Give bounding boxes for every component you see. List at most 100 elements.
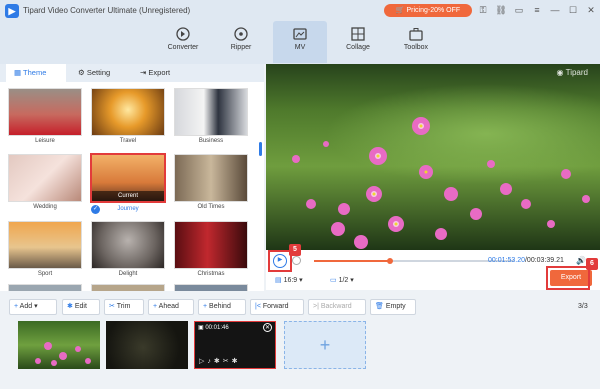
nav-toolbox[interactable]: Toolbox bbox=[389, 21, 443, 63]
app-logo-icon: ▶ bbox=[5, 4, 19, 18]
annotation-box-export bbox=[546, 266, 590, 290]
plus-icon: + bbox=[319, 335, 331, 355]
nav-converter-label: Converter bbox=[167, 44, 199, 51]
ratio-select[interactable]: ▤ 16:9 ▾ bbox=[275, 276, 303, 284]
theme-label-delight: Delight bbox=[118, 271, 138, 277]
clip-count: 3/3 bbox=[578, 303, 588, 310]
clip-duration: ▣ 00:01:46 bbox=[198, 324, 229, 331]
pricing-button[interactable]: 🛒 Pricing-20% OFF bbox=[384, 4, 472, 17]
add-button[interactable]: + Add ▾ bbox=[9, 299, 57, 315]
stop-button[interactable] bbox=[292, 256, 301, 265]
link-icon[interactable]: ⛓ bbox=[494, 4, 508, 17]
maximize-icon[interactable]: ☐ bbox=[566, 4, 580, 17]
edit-button[interactable]: ✱ Edit bbox=[62, 299, 100, 315]
add-clip-button[interactable]: + bbox=[284, 321, 366, 369]
ratio-label: 16:9 bbox=[283, 277, 298, 284]
clip-actions: ▷♪✱✂✱ bbox=[199, 357, 241, 365]
tab-setting[interactable]: ⚙ Setting bbox=[74, 64, 126, 82]
ripper-icon bbox=[234, 27, 248, 41]
nav-ripper[interactable]: Ripper bbox=[214, 21, 268, 63]
theme-thumb-christmas[interactable] bbox=[174, 221, 248, 269]
forward-label: Forward bbox=[262, 303, 289, 310]
tab-export-label: Export bbox=[148, 68, 171, 77]
theme-thumb-journey[interactable]: Current bbox=[90, 153, 166, 203]
trim-icon[interactable]: ✂ bbox=[223, 358, 232, 365]
behind-icon: + bbox=[203, 303, 208, 310]
empty-button[interactable]: 🗑 Empty bbox=[370, 299, 416, 315]
nav-toolbox-label: Toolbox bbox=[403, 44, 429, 51]
nav-collage[interactable]: Collage bbox=[331, 21, 385, 63]
theme-label-leisure: Leisure bbox=[35, 138, 55, 144]
title-bar: ▶ Tipard Video Converter Ultimate (Unreg… bbox=[0, 0, 600, 64]
theme-grid: Leisure Travel Business Wedding Current … bbox=[0, 84, 258, 291]
nav-mv[interactable]: MV bbox=[273, 21, 327, 63]
theme-label-travel: Travel bbox=[119, 138, 137, 144]
theme-label-christmas: Christmas bbox=[197, 271, 225, 277]
trim-button[interactable]: ✂ Trim bbox=[104, 299, 144, 315]
forward-icon: |< bbox=[255, 303, 261, 310]
behind-label: Behind bbox=[209, 303, 231, 310]
theme-thumb-travel[interactable] bbox=[91, 88, 165, 136]
theme-thumb-more-2[interactable] bbox=[91, 284, 165, 291]
annotation-badge-export: 6 bbox=[586, 258, 598, 270]
clip-3[interactable]: ▣ 00:01:46 ✕ ▷♪✱✂✱ bbox=[194, 321, 276, 369]
current-time: 00:01:53.20 bbox=[488, 257, 525, 264]
annotation-badge-play: 5 bbox=[289, 244, 301, 256]
empty-label: Empty bbox=[385, 303, 406, 310]
theme-thumb-more-1[interactable] bbox=[8, 284, 82, 291]
total-time: /00:03:39.21 bbox=[524, 257, 564, 264]
collage-icon bbox=[351, 27, 365, 41]
theme-thumb-business[interactable] bbox=[174, 88, 248, 136]
volume-icon[interactable]: 🔊 bbox=[576, 256, 586, 265]
video-preview: ◉ Tipard bbox=[266, 64, 600, 250]
tab-export[interactable]: ⇥ Export bbox=[136, 64, 192, 82]
tab-theme[interactable]: ▦ Theme bbox=[6, 64, 66, 82]
theme-thumb-more-3[interactable] bbox=[174, 284, 248, 291]
tab-setting-label: Setting bbox=[86, 68, 111, 77]
forward-button[interactable]: |< Forward bbox=[250, 299, 304, 315]
minimize-icon[interactable]: — bbox=[548, 4, 562, 17]
theme-label-business: Business bbox=[198, 138, 224, 144]
theme-thumb-delight[interactable] bbox=[91, 221, 165, 269]
theme-thumb-wedding[interactable] bbox=[8, 154, 82, 202]
nav-converter[interactable]: Converter bbox=[156, 21, 210, 63]
ahead-icon: + bbox=[153, 303, 158, 310]
close-icon[interactable]: ✕ bbox=[584, 4, 598, 17]
edit-icon[interactable]: ✱ bbox=[214, 358, 223, 365]
backward-button[interactable]: >| Backward bbox=[308, 299, 366, 315]
progress-handle[interactable] bbox=[387, 258, 393, 264]
ahead-button[interactable]: + Ahead bbox=[148, 299, 194, 315]
extra-icon[interactable]: ✱ bbox=[232, 358, 241, 365]
theme-thumb-old-times[interactable] bbox=[174, 154, 248, 202]
video-icon: ▣ bbox=[198, 325, 204, 331]
theme-label-sport: Sport bbox=[37, 271, 53, 277]
theme-thumb-sport[interactable] bbox=[8, 221, 82, 269]
theme-thumb-leisure[interactable] bbox=[8, 88, 82, 136]
remove-clip-icon[interactable]: ✕ bbox=[263, 323, 272, 332]
theme-label-wedding: Wedding bbox=[33, 204, 57, 210]
clip-1-image bbox=[35, 342, 91, 366]
behind-button[interactable]: + Behind bbox=[198, 299, 246, 315]
watermark: ◉ Tipard bbox=[557, 68, 588, 77]
progress-track[interactable] bbox=[314, 258, 514, 264]
add-label: Add bbox=[19, 303, 33, 310]
monitor-icon: ▭ bbox=[330, 277, 337, 284]
theme-scrollbar[interactable] bbox=[259, 142, 262, 156]
watermark-label: Tipard bbox=[565, 68, 588, 77]
theme-panel: ▦ Theme ⚙ Setting ⇥ Export Leisure Trave… bbox=[0, 64, 264, 291]
chat-icon[interactable]: ▭ bbox=[512, 4, 526, 17]
mv-icon bbox=[293, 28, 307, 40]
edit-label: Edit bbox=[74, 303, 87, 310]
gear-icon: ⚙ bbox=[78, 68, 85, 77]
chevron-down-icon: ▾ bbox=[299, 277, 303, 284]
backward-icon: >| bbox=[313, 303, 319, 310]
scale-select[interactable]: ▭ 1/2 ▾ bbox=[330, 276, 354, 284]
converter-icon bbox=[176, 27, 190, 41]
nav-mv-label: MV bbox=[294, 44, 306, 51]
backward-label: Backward bbox=[320, 303, 352, 310]
clip-1[interactable] bbox=[18, 321, 100, 369]
menu-icon[interactable]: ≡ bbox=[530, 4, 544, 17]
clip-2[interactable] bbox=[106, 321, 188, 369]
toolbox-icon bbox=[409, 28, 423, 41]
key-icon[interactable]: ⚿ bbox=[476, 4, 490, 17]
